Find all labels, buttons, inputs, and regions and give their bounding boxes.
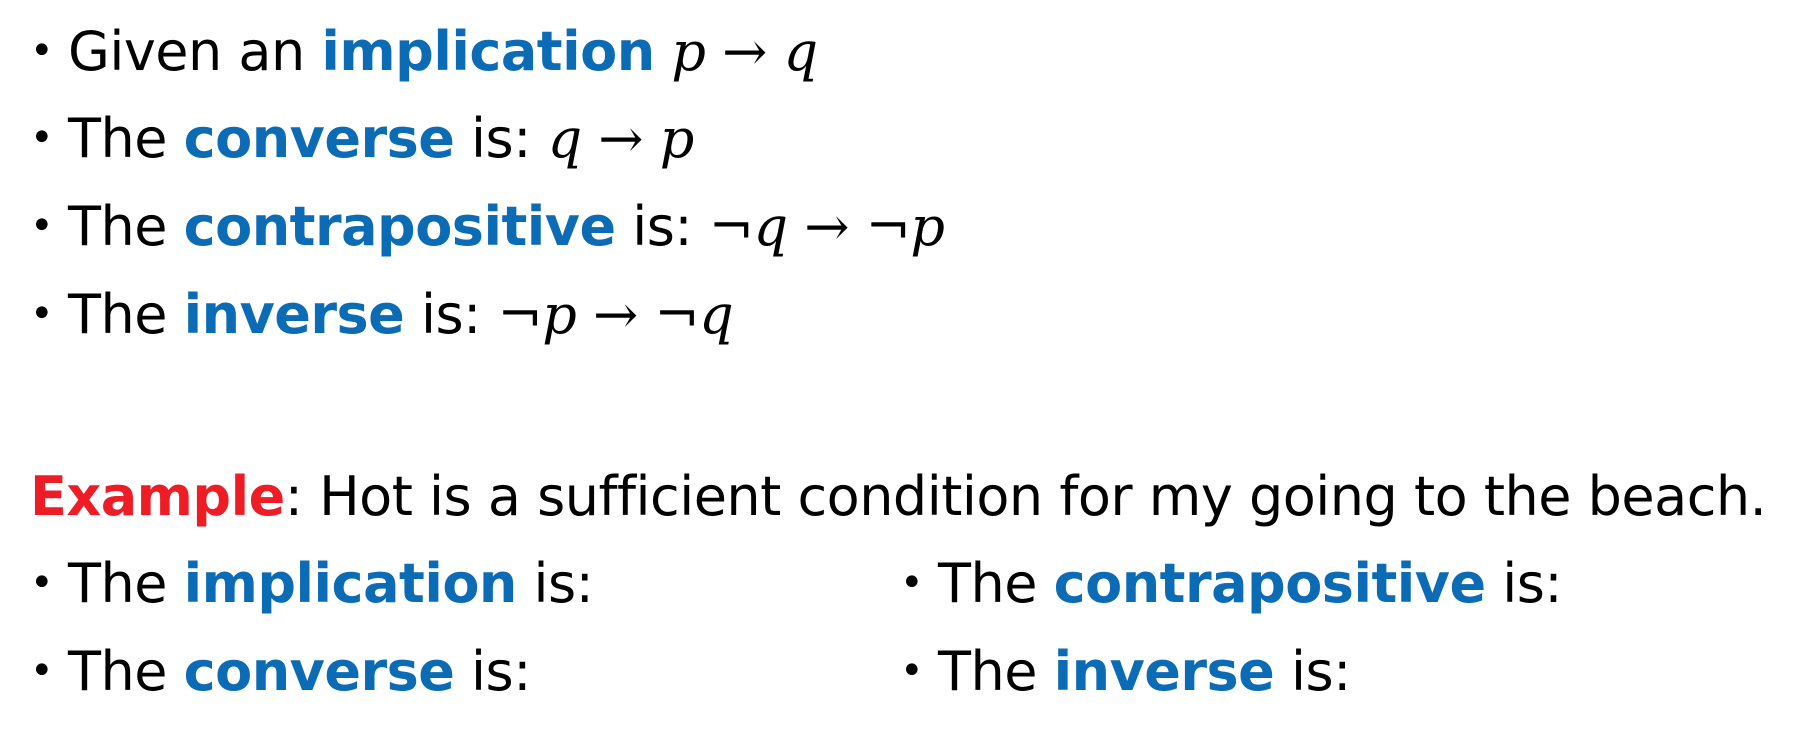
bullet-inverse-definition: • The inverse is: ¬p → ¬q — [30, 282, 734, 347]
bullet-dot: • — [30, 560, 54, 606]
formula-implication: p → q — [671, 20, 818, 83]
keyword-implication: implication — [183, 552, 518, 615]
exercise-prefix: The — [938, 640, 1054, 703]
bullet-dot: • — [30, 203, 54, 249]
bullet-prefix: The — [68, 195, 184, 258]
bullet-dot: • — [900, 560, 924, 606]
exercise-prefix: The — [938, 552, 1054, 615]
exercise-suffix: is: — [1485, 552, 1563, 615]
exercise-suffix: is: — [516, 552, 594, 615]
exercise-suffix: is: — [454, 640, 531, 703]
bullet-suffix: is: — [615, 195, 709, 258]
bullet-implication-definition: • Given an implication p → q — [30, 19, 818, 84]
keyword-converse: converse — [183, 640, 455, 703]
bullet-prefix: The — [68, 283, 184, 346]
bullet-prefix: Given an — [68, 20, 322, 83]
bullet-suffix — [655, 20, 672, 83]
bullet-dot: • — [30, 648, 54, 694]
example-line: Example: Hot is a sufficient condition f… — [30, 465, 1767, 529]
exercise-prefix: The — [68, 640, 184, 703]
bullet-converse-definition: • The converse is: q → p — [30, 106, 694, 171]
formula-inverse: ¬p → ¬q — [497, 283, 734, 346]
bullet-dot: • — [30, 115, 54, 161]
example-label: Example — [30, 465, 285, 528]
exercise-prefix: The — [68, 552, 184, 615]
bullet-contrapositive-definition: • The contrapositive is: ¬q → ¬p — [30, 194, 945, 259]
bullet-suffix: is: — [454, 107, 548, 170]
bullet-dot: • — [30, 28, 54, 74]
keyword-contrapositive: contrapositive — [183, 195, 617, 258]
formula-converse: q → p — [547, 107, 695, 170]
bullet-dot: • — [900, 648, 924, 694]
bullet-prefix: The — [68, 107, 184, 170]
keyword-inverse: inverse — [183, 283, 405, 346]
exercise-inverse: • The inverse is: — [900, 639, 1351, 704]
exercise-suffix: is: — [1274, 640, 1351, 703]
exercise-contrapositive: • The contrapositive is: — [900, 551, 1563, 616]
bullet-dot: • — [30, 291, 54, 337]
example-text: : Hot is a sufficient condition for my g… — [284, 465, 1767, 528]
exercise-implication: • The implication is: — [30, 551, 594, 616]
keyword-inverse: inverse — [1053, 640, 1275, 703]
keyword-implication: implication — [321, 20, 655, 83]
keyword-contrapositive: contrapositive — [1053, 552, 1487, 615]
exercise-converse: • The converse is: — [30, 639, 531, 704]
bullet-suffix: is: — [404, 283, 498, 346]
formula-contrapositive: ¬q → ¬p — [708, 195, 945, 258]
keyword-converse: converse — [183, 107, 455, 170]
